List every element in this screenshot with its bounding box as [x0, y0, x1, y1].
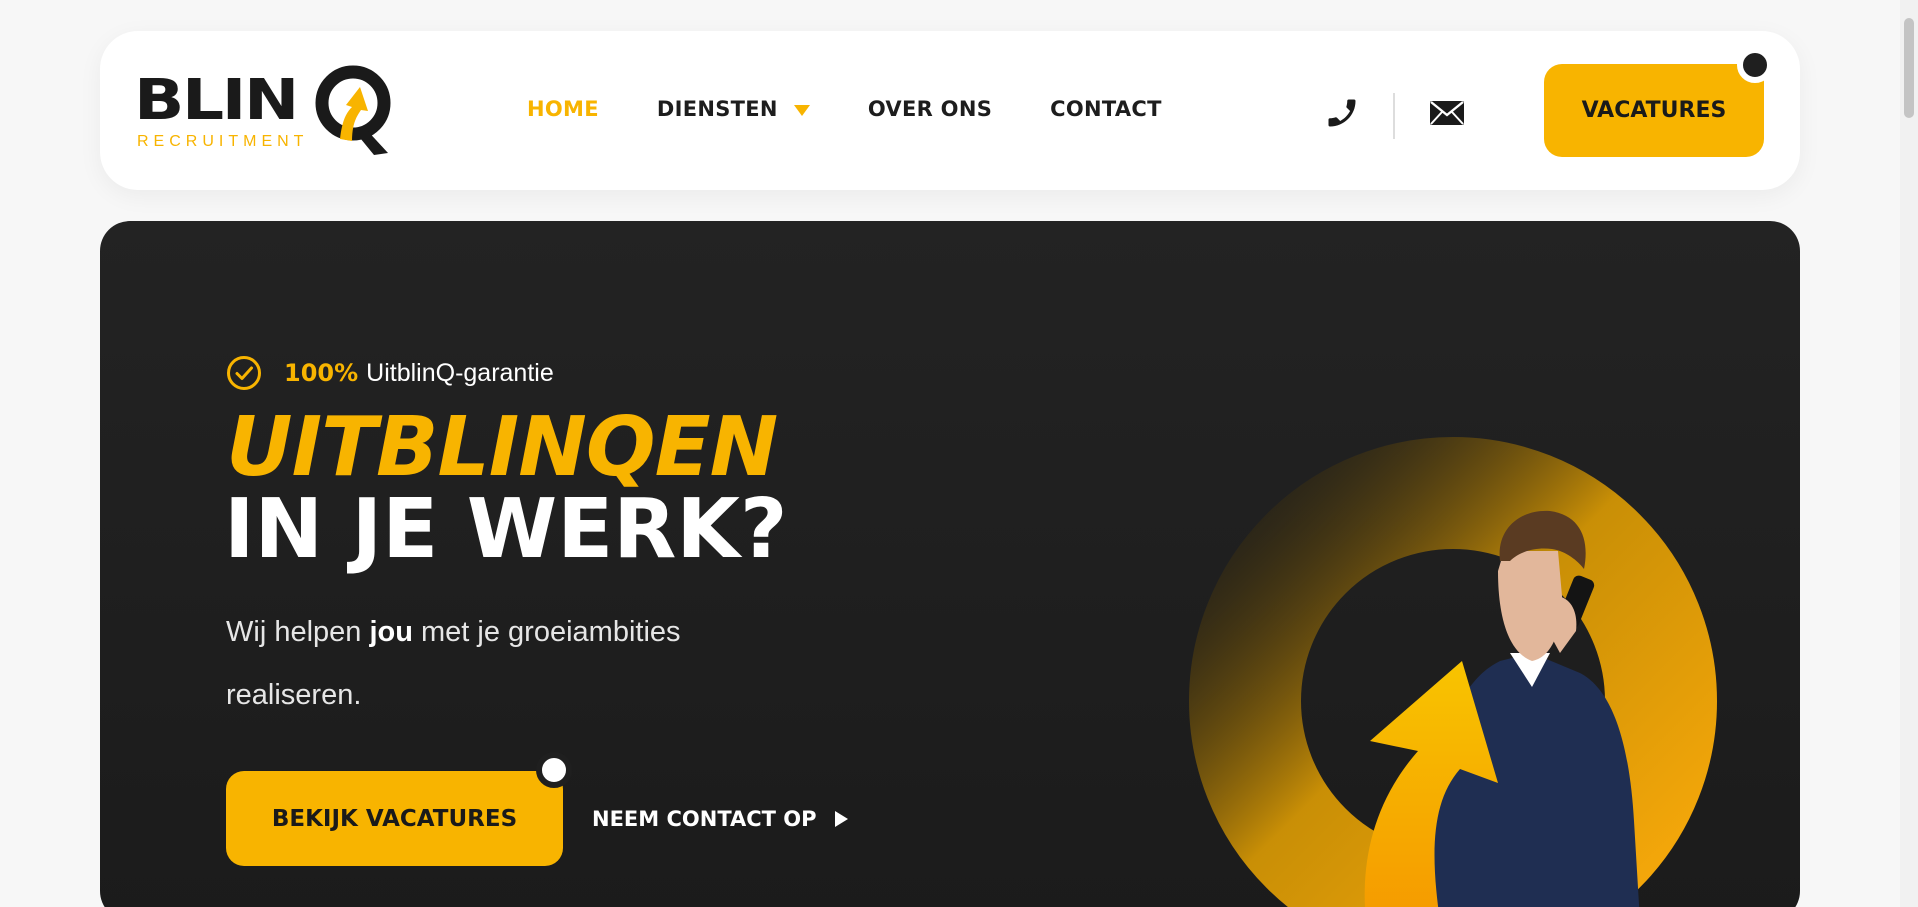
scrollbar[interactable] [1900, 0, 1918, 907]
hero-illustration [1189, 437, 1717, 907]
logo[interactable]: BLIN RECRUITMENT [134, 61, 404, 161]
nav-home-label: HOME [527, 97, 599, 121]
nav-diensten[interactable]: DIENSTEN [657, 97, 810, 121]
decorative-dot [1737, 47, 1773, 83]
play-arrow-icon [834, 811, 848, 827]
nav-contact-label: CONTACT [1050, 97, 1162, 121]
check-circle-icon [227, 356, 261, 390]
decorative-dot [536, 752, 572, 788]
nav-over-ons[interactable]: OVER ONS [868, 97, 992, 121]
guarantee-percentage: 100% [284, 359, 359, 387]
logo-wordmark: BLIN [134, 68, 299, 133]
nav-home[interactable]: HOME [527, 97, 599, 121]
nav-diensten-label: DIENSTEN [656, 97, 778, 121]
neem-contact-op-link[interactable]: NEEM CONTACT OP [592, 807, 848, 831]
header-divider [1393, 93, 1395, 139]
hero-section: 100% UitblinQ-garantie UITBLINQEN IN JE … [100, 221, 1800, 907]
vacatures-button[interactable]: VACATURES [1544, 64, 1764, 157]
hero-headline-accent: UITBLINQEN [226, 400, 778, 495]
hero-subtitle-prefix: Wij helpen [226, 616, 370, 648]
chevron-down-icon [793, 105, 810, 116]
neem-contact-op-label: NEEM CONTACT OP [592, 807, 817, 831]
mail-icon[interactable] [1429, 100, 1465, 126]
bekijk-vacatures-button[interactable]: BEKIJK VACATURES [226, 771, 563, 866]
logo-tagline: RECRUITMENT [137, 133, 309, 150]
site-header: BLIN RECRUITMENT HOME DIENSTEN OVER ONS … [100, 31, 1800, 190]
hero-headline: IN JE WERK? [224, 482, 788, 577]
main-nav: HOME DIENSTEN OVER ONS CONTACT [527, 97, 1220, 121]
scrollbar-thumb[interactable] [1904, 18, 1914, 118]
phone-icon[interactable] [1324, 95, 1360, 131]
nav-over-ons-label: OVER ONS [867, 97, 993, 121]
hero-subtitle: Wij helpen jou met je groeiambities real… [226, 601, 706, 727]
guarantee-badge: 100% UitblinQ-garantie [226, 355, 554, 391]
hero-subtitle-bold: jou [369, 616, 413, 648]
nav-contact[interactable]: CONTACT [1050, 97, 1162, 121]
logo-q-arrow-icon [315, 65, 391, 155]
guarantee-text: UitblinQ-garantie [366, 358, 554, 387]
